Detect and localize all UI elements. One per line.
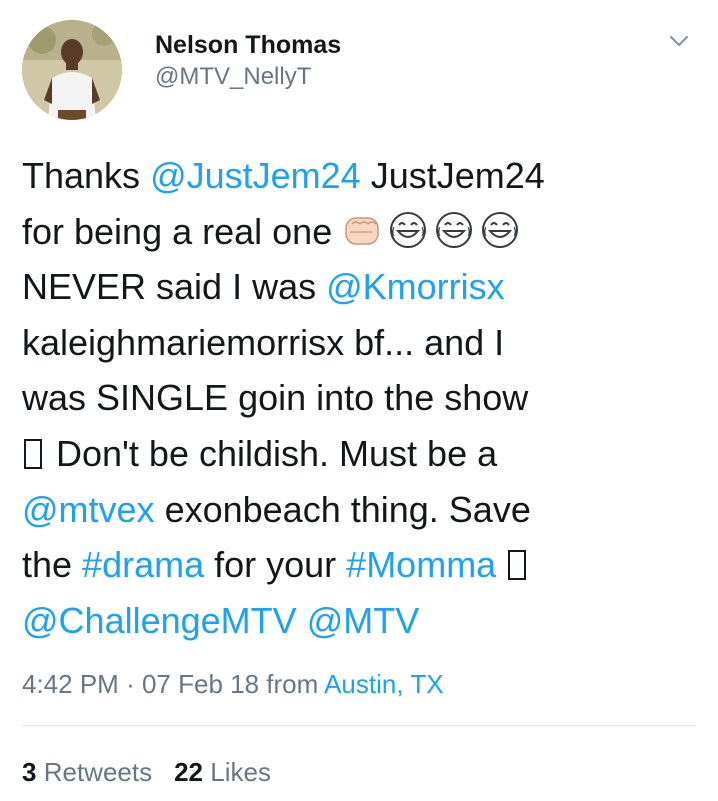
tweet-line: for being a real one [22,204,702,260]
likes-stat[interactable]: 22 Likes [174,757,271,787]
tweet-text-segment: NEVER said I was [22,266,327,308]
chevron-down-icon[interactable] [668,30,690,52]
tweet-text-segment: Thanks [22,155,151,196]
tweet-time[interactable]: 4:42 PM [22,669,119,699]
retweets-stat[interactable]: 3 Retweets [22,757,152,787]
tweet-text-segment: for your [204,544,347,586]
author-names: Nelson Thomas @MTV_NellyT [155,30,341,94]
retweets-count: 3 [22,757,37,787]
tweet-text-segment: exonbeach thing. Save [154,488,531,530]
from-label: from [266,669,319,699]
tweet-text-segment: the [22,544,83,586]
fist-bump-emoji [345,216,379,245]
user-handle[interactable]: @MTV_NellyT [155,60,341,94]
tweet-text-segment [496,544,506,585]
likes-label: Likes [210,757,271,787]
tweet-line: Thanks @JustJem24 JustJem24 [22,148,702,204]
tweet-text-segment [297,600,307,641]
retweets-label: Retweets [43,757,153,787]
tweet-text-segment: was SINGLE goin into the show [22,377,529,419]
tweet-date[interactable]: 07 Feb 18 [142,669,259,699]
tweet-line: @ChallengeMTV @MTV [22,593,702,649]
tweet-text-segment: for being a real one [22,210,343,252]
mention-link[interactable]: @ChallengeMTV [22,600,297,641]
tweet-text: Thanks @JustJem24 JustJem24 for being a r… [22,148,702,648]
tweet-line: was SINGLE goin into the show [22,370,702,426]
tweet-line: @mtvex exonbeach thing. Save [22,482,702,538]
missing-glyph-box [508,550,527,581]
tweet-line: the #drama for your #Momma [22,537,702,593]
hashtag-link[interactable]: #Momma [346,544,496,585]
display-name[interactable]: Nelson Thomas [155,30,341,60]
mention-link[interactable]: @mtvex [22,489,155,530]
mention-link[interactable]: @JustJem24 [150,155,361,196]
tweet-text-segment: JustJem24 [360,155,545,196]
avatar[interactable] [22,20,122,120]
tweet-line: Don't be childish. Must be a [22,426,702,482]
tweet-line: NEVER said I was @Kmorrisx [22,259,702,315]
hashtag-link[interactable]: #drama [82,544,204,585]
location-link[interactable]: Austin, TX [324,669,443,699]
avatar-image [22,20,122,120]
tweet-text-segment: Don't be childish. Must be a [46,432,498,474]
missing-glyph-box [24,438,42,469]
tweet-meta: 4:42 PM · 07 Feb 18 from Austin, TX [22,664,444,704]
tears-of-joy-emoji [482,211,519,248]
likes-count: 22 [174,757,204,787]
mention-link[interactable]: @Kmorrisx [326,266,505,307]
tweet-text-segment: kaleighmariemorrisx bf... and I [22,321,505,363]
meta-separator: · [126,669,135,699]
tweet-line: kaleighmariemorrisx bf... and I [22,315,702,371]
tweet-stats: 3 Retweets 22 Likes [22,752,271,792]
tears-of-joy-emoji [436,211,473,248]
divider [22,725,696,726]
tweet-header: Nelson Thomas @MTV_NellyT [22,20,698,120]
mention-link[interactable]: @MTV [307,600,420,641]
tears-of-joy-emoji [390,211,427,248]
